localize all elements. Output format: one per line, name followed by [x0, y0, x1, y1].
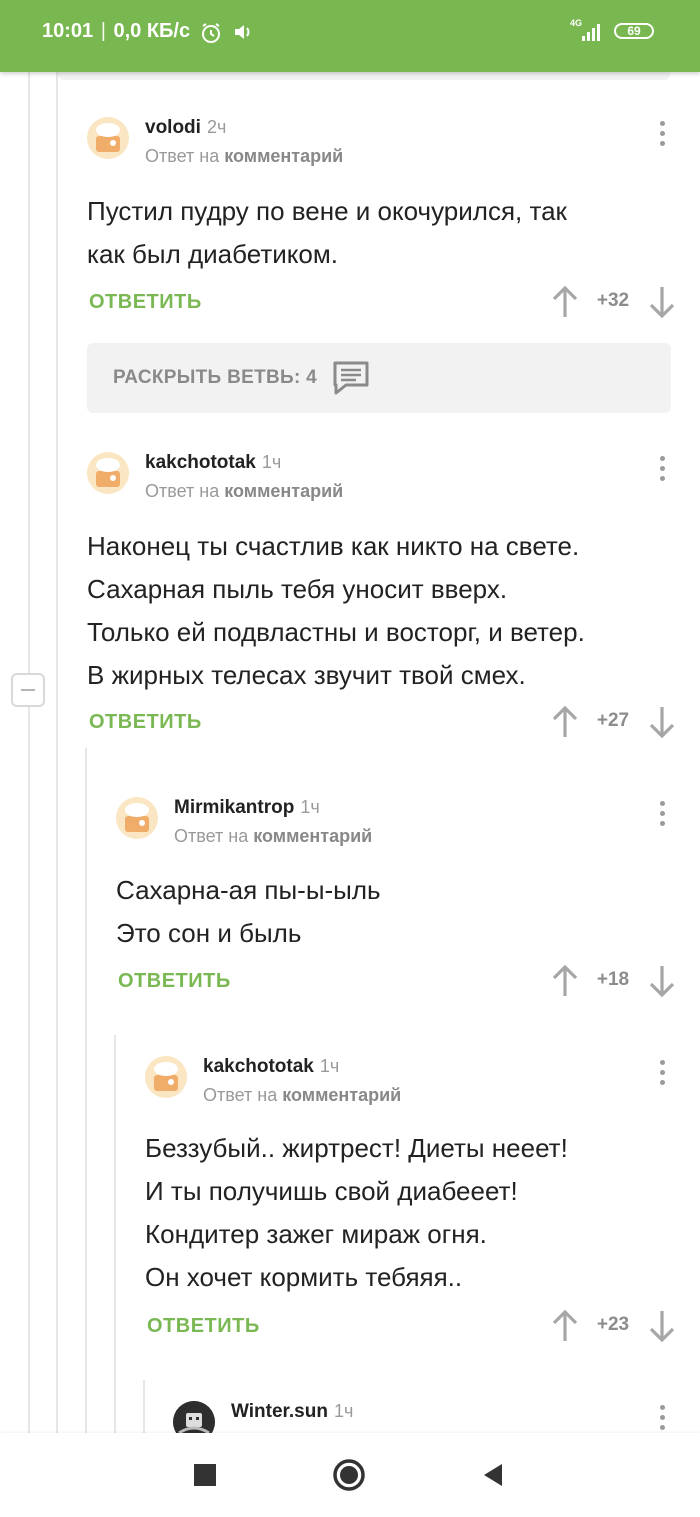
- downvote-arrow-icon[interactable]: [648, 705, 676, 739]
- network-speed: 0,0 КБ/с: [113, 20, 191, 42]
- comment-time: 1ч: [319, 1056, 340, 1076]
- upvote-arrow-icon[interactable]: [551, 1309, 579, 1343]
- thread-line-level4: [143, 1380, 145, 1433]
- comment-body: Сахарна-ая пы-ы-ыль Это сон и быль: [116, 875, 381, 948]
- reply-to-line: Ответ на комментарий: [145, 146, 344, 166]
- more-options-icon[interactable]: [658, 456, 666, 484]
- avatar[interactable]: [87, 452, 129, 494]
- downvote-arrow-icon[interactable]: [648, 964, 676, 998]
- avatar[interactable]: [87, 117, 129, 159]
- upvote-arrow-icon[interactable]: [551, 964, 579, 998]
- reply-target-link[interactable]: комментарий: [224, 146, 343, 166]
- reply-target-link[interactable]: комментарий: [224, 481, 343, 501]
- expand-branch-button[interactable]: РАСКРЫТЬ ВЕТВЬ: 4: [87, 343, 671, 413]
- back-triangle-icon[interactable]: [482, 1462, 504, 1488]
- reply-to-line: Ответ на комментарий: [174, 826, 373, 846]
- comment-score: +18: [596, 969, 630, 990]
- signal-icon: [582, 24, 600, 41]
- recent-apps-square-icon[interactable]: [193, 1463, 217, 1487]
- comment-time: 1ч: [333, 1401, 354, 1421]
- alarm-icon: [202, 23, 220, 43]
- upvote-arrow-icon[interactable]: [551, 285, 579, 319]
- volume-icon: [235, 25, 250, 39]
- comment-time: 1ч: [300, 797, 320, 817]
- vote-block: +23: [551, 1309, 681, 1343]
- thread-line-level3: [114, 1035, 116, 1433]
- home-circle-icon[interactable]: [332, 1458, 366, 1492]
- comment-author[interactable]: kakchototak 1ч: [203, 1056, 339, 1078]
- downvote-arrow-icon[interactable]: [648, 285, 676, 319]
- thread-line-root: [28, 72, 30, 1433]
- reply-target-link[interactable]: комментарий: [253, 826, 372, 846]
- comment-author[interactable]: volodi 2ч: [145, 117, 226, 139]
- expand-branch-label: РАСКРЫТЬ ВЕТВЬ: 4: [113, 367, 318, 388]
- comment-author[interactable]: Winter.sun 1ч: [231, 1401, 353, 1423]
- reply-button[interactable]: ОТВЕТИТЬ: [89, 291, 202, 314]
- comment-body: Наконец ты счастлив как никто на свете. …: [87, 531, 585, 690]
- more-options-icon[interactable]: [658, 121, 666, 149]
- downvote-arrow-icon[interactable]: [648, 1309, 676, 1343]
- default-avatar-icon: [87, 452, 129, 494]
- avatar[interactable]: [116, 797, 158, 839]
- comment-body: Пустил пудру по вене и окочурился, так к…: [87, 196, 567, 269]
- default-avatar-icon: [116, 797, 158, 839]
- status-time-and-speed: 10:01 | 0,0 КБ/с: [42, 20, 191, 42]
- comment-time: 2ч: [206, 117, 227, 137]
- thread-line-level1: [56, 72, 58, 1433]
- comments-icon: [333, 361, 369, 395]
- vote-block: +27: [551, 705, 681, 739]
- default-avatar-icon: [145, 1056, 187, 1098]
- thread-line-level2: [85, 748, 87, 1433]
- avatar[interactable]: [145, 1056, 187, 1098]
- vote-block: +18: [551, 964, 681, 998]
- default-avatar-icon: [87, 117, 129, 159]
- comment-author[interactable]: kakchototak 1ч: [145, 452, 281, 474]
- battery-icon: 69: [614, 23, 654, 39]
- comment-author[interactable]: Mirmikantrop 1ч: [174, 797, 320, 819]
- reply-button[interactable]: ОТВЕТИТЬ: [147, 1315, 260, 1338]
- reply-target-link[interactable]: комментарий: [282, 1085, 401, 1105]
- previous-card-edge: [58, 72, 670, 80]
- clock: 10:01: [42, 20, 94, 42]
- more-options-icon[interactable]: [658, 1060, 666, 1088]
- comment-body: Беззубый.. жиртрест! Диеты нееет! И ты п…: [145, 1133, 568, 1292]
- comment-score: +23: [596, 1314, 630, 1335]
- system-navigation-bar: [0, 1433, 700, 1517]
- more-options-icon[interactable]: [658, 801, 666, 829]
- more-options-icon[interactable]: [658, 1405, 666, 1433]
- upvote-arrow-icon[interactable]: [551, 705, 579, 739]
- collapse-thread-button[interactable]: [11, 673, 45, 707]
- reply-to-line: Ответ на комментарий: [145, 481, 344, 501]
- comment-score: +32: [596, 290, 630, 311]
- reply-to-line: Ответ на комментарий: [203, 1085, 402, 1105]
- comment-time: 1ч: [261, 452, 282, 472]
- reply-button[interactable]: ОТВЕТИТЬ: [118, 970, 231, 993]
- status-bar: 10:01 | 0,0 КБ/с 4G 69: [0, 0, 700, 72]
- vote-block: +32: [551, 285, 681, 319]
- comment-score: +27: [596, 710, 630, 731]
- reply-button[interactable]: ОТВЕТИТЬ: [89, 711, 202, 734]
